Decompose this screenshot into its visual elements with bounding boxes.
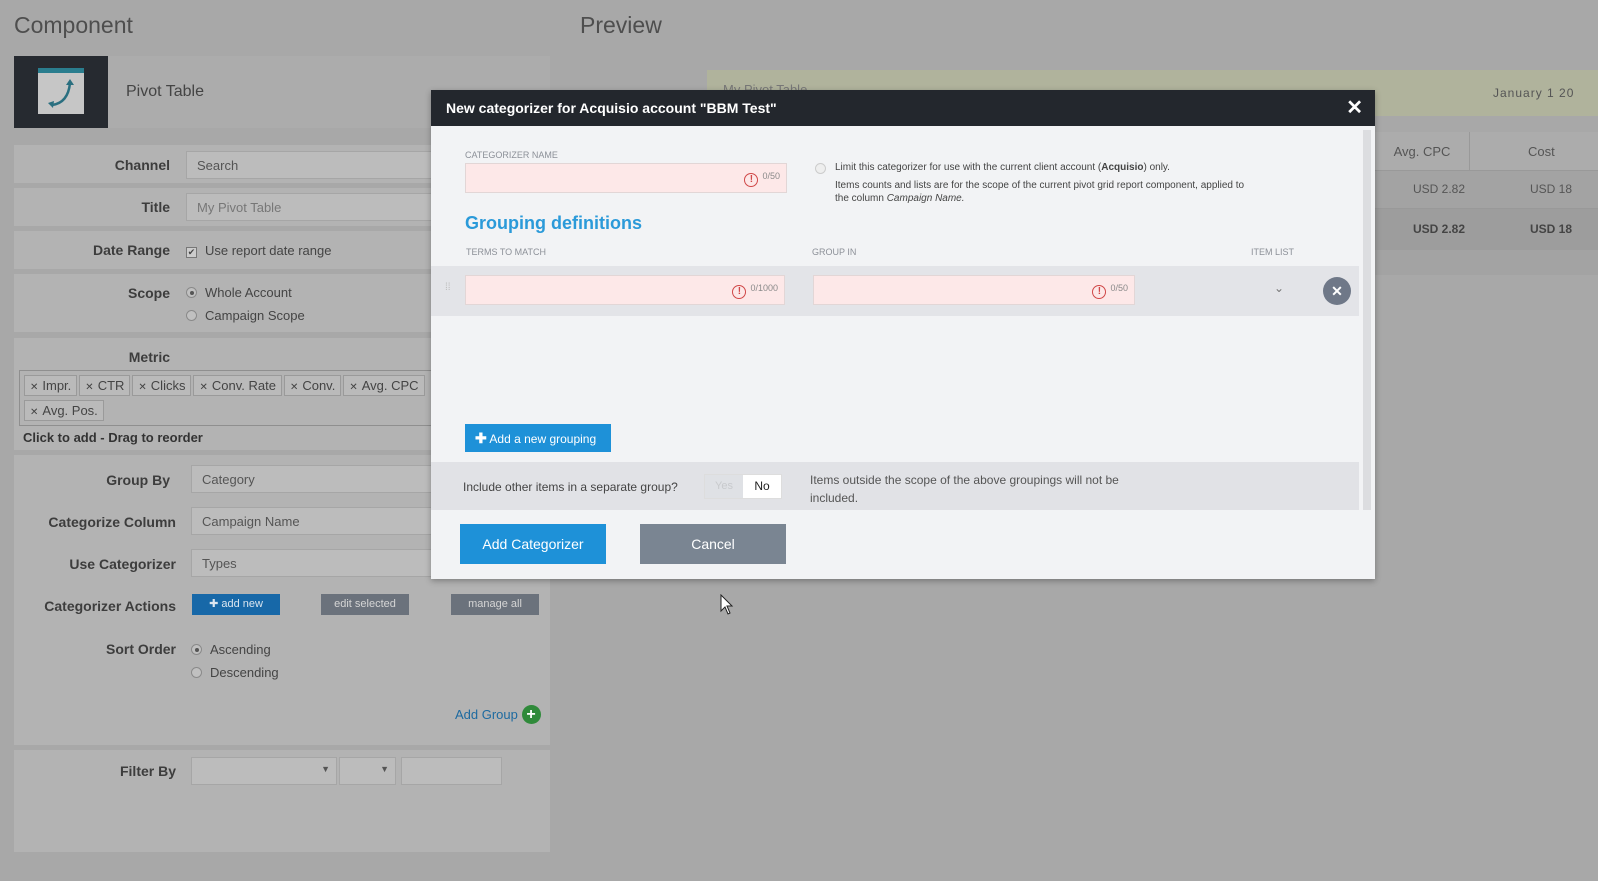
categorizer-name-input[interactable]: ! 0/50 [465, 163, 787, 193]
group-by-select[interactable]: Category [191, 465, 436, 493]
terms-column-header: TERMS TO MATCH [466, 247, 547, 257]
plus-circle-icon: + [521, 705, 541, 724]
preview-date: January 1 20 [1493, 86, 1575, 100]
categorizer-name-label: CATEGORIZER NAME [465, 150, 558, 160]
scope-whole-account-radio[interactable]: Whole Account [186, 285, 292, 300]
metric-tag-list[interactable]: ✕ Impr. ✕ CTR ✕ Clicks ✕ Conv. Rate ✕ Conv. ✕ Avg. … [19, 370, 439, 426]
cell: USD 18 [1530, 182, 1573, 196]
cell: USD 2.82 [1413, 182, 1466, 196]
pivot-table-icon [14, 56, 108, 128]
channel-label: Channel [114, 157, 170, 173]
warning-icon: ! [1092, 285, 1107, 299]
item-list-column-header: ITEM LIST [1251, 247, 1295, 257]
group-column-header: GROUP IN [812, 247, 857, 257]
col-cost: Cost [1470, 132, 1598, 171]
remove-tag-icon[interactable]: ✕ [138, 382, 146, 393]
scope-label: Scope [127, 285, 170, 301]
metric-tag[interactable]: ✕ Conv. [283, 375, 342, 396]
add-grouping-button[interactable]: ✚ Add a new grouping [465, 424, 611, 452]
cell: USD 18 [1530, 222, 1573, 236]
title-input[interactable]: My Pivot Table [186, 193, 436, 221]
group-in-input[interactable]: ! 0/50 [813, 275, 1135, 305]
toggle-no[interactable]: No [743, 475, 781, 498]
use-categorizer-select[interactable]: Types [191, 549, 436, 577]
col-avg-cpc: Avg. CPC [1375, 132, 1470, 171]
limit-account-text: Limit this categorizer for use with the … [835, 162, 1170, 173]
remove-tag-icon[interactable]: ✕ [199, 382, 207, 393]
cell: USD 2.82 [1413, 222, 1466, 236]
include-toggle[interactable]: Yes No [704, 474, 782, 499]
date-range-checkbox[interactable]: ✔ Use report date range [186, 243, 331, 258]
warning-icon: ! [744, 173, 759, 187]
remove-tag-icon[interactable]: ✕ [30, 407, 38, 418]
channel-select[interactable]: Search [186, 151, 436, 179]
new-categorizer-dialog: New categorizer for Acquisio account "BB… [431, 90, 1375, 579]
dialog-header: New categorizer for Acquisio account "BB… [431, 90, 1375, 126]
sort-order-label: Sort Order [105, 641, 176, 657]
metric-label: Metric [128, 349, 170, 365]
include-note: Items outside the scope of the above gro… [810, 473, 1119, 505]
mouse-cursor-icon [720, 594, 734, 615]
scope-note: Items counts and lists are for the scope… [835, 180, 1245, 204]
metric-tag[interactable]: ✕ Impr. [24, 375, 78, 396]
dialog-scrollbar[interactable] [1363, 130, 1371, 510]
toggle-yes[interactable]: Yes [705, 475, 743, 498]
chevron-down-icon[interactable]: ⌄ [1274, 281, 1284, 295]
scope-campaign-radio[interactable]: Campaign Scope [186, 308, 305, 323]
terms-input[interactable]: ! 0/1000 [465, 275, 785, 305]
component-name: Pivot Table [126, 83, 204, 100]
include-question: Include other items in a separate group? [463, 480, 678, 494]
date-range-label: Date Range [92, 242, 170, 258]
filter-operator-select[interactable]: ▼ [339, 757, 396, 785]
metric-tag[interactable]: ✕ Clicks [132, 375, 192, 396]
add-new-button[interactable]: ✚ add new [192, 594, 280, 615]
metric-tag[interactable]: ✕ Avg. CPC [343, 375, 425, 396]
categorizer-actions-label: Categorizer Actions [44, 598, 176, 614]
use-categorizer-label: Use Categorizer [69, 556, 176, 572]
metric-tag[interactable]: ✕ Avg. Pos. [24, 400, 104, 421]
grouping-definitions-heading: Grouping definitions [465, 213, 642, 233]
preview-table: Avg. CPC Cost USD 2.82 USD 18 USD 2.82 U… [1375, 132, 1598, 275]
sort-descending-radio[interactable]: Descending [191, 665, 279, 680]
filter-by-label: Filter By [119, 763, 176, 779]
cancel-button[interactable]: Cancel [640, 524, 786, 564]
grouping-row: ⁞⁞ ! 0/1000 ! 0/50 ⌄ ✕ [431, 266, 1359, 316]
group-by-label: Group By [106, 472, 170, 488]
drag-handle-icon[interactable]: ⁞⁞ [445, 282, 451, 293]
manage-all-button[interactable]: manage all [451, 594, 539, 615]
warning-icon: ! [732, 285, 747, 299]
filter-value-input[interactable] [401, 757, 502, 785]
title-label: Title [141, 199, 170, 215]
filter-field-select[interactable]: ▼ [191, 757, 337, 785]
remove-tag-icon[interactable]: ✕ [30, 382, 38, 393]
categorize-column-label: Categorize Column [48, 514, 176, 530]
add-group-link[interactable]: Add Group + [455, 705, 541, 724]
categorize-column-select[interactable]: Campaign Name [191, 507, 436, 535]
remove-grouping-icon[interactable]: ✕ [1323, 277, 1351, 305]
sort-ascending-radio[interactable]: Ascending [191, 642, 271, 657]
dialog-title: New categorizer for Acquisio account "BB… [446, 100, 777, 116]
preview-heading: Preview [580, 12, 662, 38]
edit-selected-button[interactable]: edit selected [321, 594, 409, 615]
include-other-row: Include other items in a separate group?… [431, 462, 1359, 510]
close-icon[interactable]: ✕ [1346, 95, 1363, 120]
component-heading: Component [14, 12, 133, 38]
remove-tag-icon[interactable]: ✕ [85, 382, 93, 393]
add-categorizer-button[interactable]: Add Categorizer [460, 524, 606, 564]
metric-hint: Click to add - Drag to reorder [23, 430, 203, 445]
limit-account-checkbox[interactable] [815, 163, 826, 174]
remove-tag-icon[interactable]: ✕ [290, 382, 298, 393]
date-range-option-label: Use report date range [205, 243, 332, 258]
metric-tag[interactable]: ✕ Conv. Rate [193, 375, 282, 396]
metric-tag[interactable]: ✕ CTR [79, 375, 131, 396]
remove-tag-icon[interactable]: ✕ [349, 382, 357, 393]
